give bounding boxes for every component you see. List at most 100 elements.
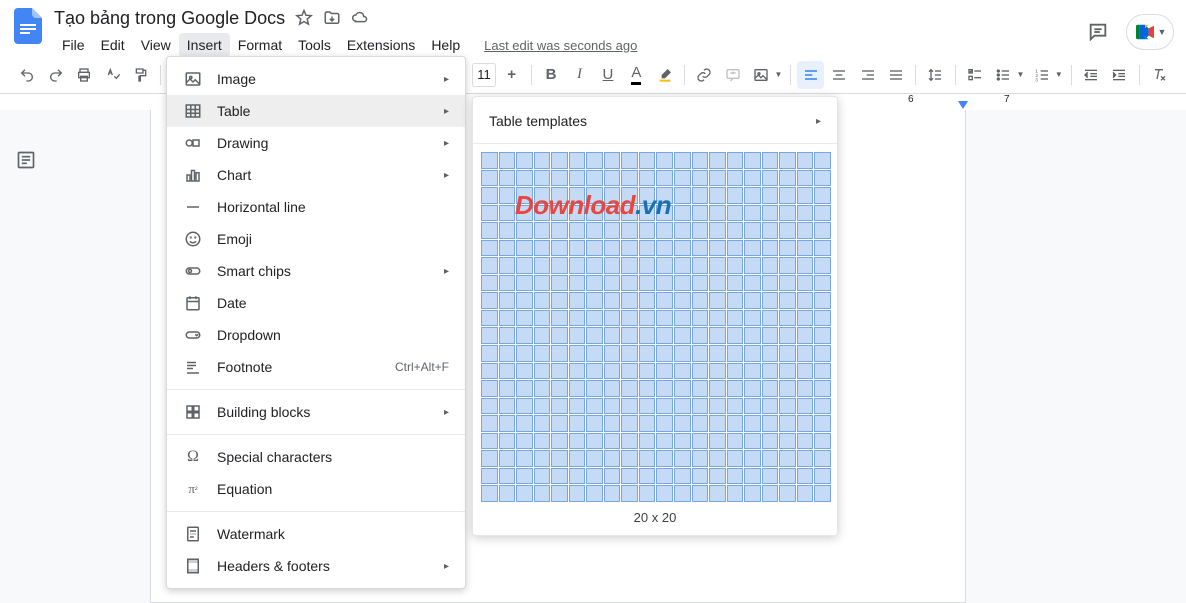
grid-cell[interactable] — [744, 205, 761, 222]
grid-cell[interactable] — [569, 152, 586, 169]
grid-cell[interactable] — [639, 468, 656, 485]
grid-cell[interactable] — [604, 450, 621, 467]
grid-cell[interactable] — [534, 257, 551, 274]
grid-cell[interactable] — [586, 152, 603, 169]
grid-cell[interactable] — [744, 170, 761, 187]
grid-cell[interactable] — [814, 170, 831, 187]
grid-cell[interactable] — [674, 363, 691, 380]
grid-cell[interactable] — [481, 222, 498, 239]
grid-cell[interactable] — [499, 257, 516, 274]
grid-cell[interactable] — [727, 327, 744, 344]
grid-cell[interactable] — [814, 152, 831, 169]
ruler-indent-marker-icon[interactable] — [958, 101, 968, 109]
grid-cell[interactable] — [516, 292, 533, 309]
grid-cell[interactable] — [499, 415, 516, 432]
grid-cell[interactable] — [709, 450, 726, 467]
grid-cell[interactable] — [534, 485, 551, 502]
grid-cell[interactable] — [586, 310, 603, 327]
grid-cell[interactable] — [639, 170, 656, 187]
grid-cell[interactable] — [797, 433, 814, 450]
grid-cell[interactable] — [656, 205, 673, 222]
grid-cell[interactable] — [656, 327, 673, 344]
grid-cell[interactable] — [569, 485, 586, 502]
grid-cell[interactable] — [499, 240, 516, 257]
grid-cell[interactable] — [621, 415, 638, 432]
grid-cell[interactable] — [762, 380, 779, 397]
grid-cell[interactable] — [674, 152, 691, 169]
grid-cell[interactable] — [692, 380, 709, 397]
grid-cell[interactable] — [744, 415, 761, 432]
insert-special-characters-item[interactable]: Ω Special characters — [167, 441, 465, 473]
grid-cell[interactable] — [656, 415, 673, 432]
grid-cell[interactable] — [692, 275, 709, 292]
grid-cell[interactable] — [779, 398, 796, 415]
grid-cell[interactable] — [779, 485, 796, 502]
grid-cell[interactable] — [709, 292, 726, 309]
grid-cell[interactable] — [674, 292, 691, 309]
insert-watermark-item[interactable]: Watermark — [167, 518, 465, 550]
grid-cell[interactable] — [481, 363, 498, 380]
grid-cell[interactable] — [656, 152, 673, 169]
grid-cell[interactable] — [534, 152, 551, 169]
grid-cell[interactable] — [569, 275, 586, 292]
grid-cell[interactable] — [814, 415, 831, 432]
grid-cell[interactable] — [551, 170, 568, 187]
grid-cell[interactable] — [551, 398, 568, 415]
grid-cell[interactable] — [814, 275, 831, 292]
grid-cell[interactable] — [621, 205, 638, 222]
grid-cell[interactable] — [481, 485, 498, 502]
grid-cell[interactable] — [656, 485, 673, 502]
grid-cell[interactable] — [814, 327, 831, 344]
font-size-plus-button[interactable]: + — [498, 61, 524, 89]
line-spacing-button[interactable] — [922, 61, 948, 89]
grid-cell[interactable] — [639, 257, 656, 274]
grid-cell[interactable] — [516, 222, 533, 239]
grid-cell[interactable] — [797, 380, 814, 397]
grid-cell[interactable] — [727, 310, 744, 327]
grid-cell[interactable] — [692, 205, 709, 222]
grid-cell[interactable] — [797, 170, 814, 187]
grid-cell[interactable] — [709, 187, 726, 204]
grid-cell[interactable] — [551, 292, 568, 309]
grid-cell[interactable] — [744, 275, 761, 292]
grid-cell[interactable] — [709, 327, 726, 344]
grid-cell[interactable] — [762, 292, 779, 309]
grid-cell[interactable] — [727, 292, 744, 309]
grid-cell[interactable] — [797, 187, 814, 204]
grid-cell[interactable] — [639, 205, 656, 222]
grid-cell[interactable] — [639, 292, 656, 309]
grid-cell[interactable] — [481, 310, 498, 327]
grid-cell[interactable] — [551, 257, 568, 274]
grid-cell[interactable] — [621, 187, 638, 204]
grid-cell[interactable] — [551, 310, 568, 327]
grid-cell[interactable] — [692, 170, 709, 187]
grid-cell[interactable] — [534, 205, 551, 222]
grid-cell[interactable] — [499, 170, 516, 187]
grid-cell[interactable] — [551, 205, 568, 222]
grid-cell[interactable] — [569, 433, 586, 450]
grid-cell[interactable] — [586, 275, 603, 292]
grid-cell[interactable] — [674, 170, 691, 187]
insert-image-button[interactable] — [748, 61, 774, 89]
grid-cell[interactable] — [499, 187, 516, 204]
clear-formatting-button[interactable] — [1146, 61, 1172, 89]
grid-cell[interactable] — [692, 187, 709, 204]
grid-cell[interactable] — [797, 415, 814, 432]
grid-cell[interactable] — [727, 380, 744, 397]
grid-cell[interactable] — [586, 363, 603, 380]
grid-cell[interactable] — [762, 363, 779, 380]
grid-cell[interactable] — [481, 450, 498, 467]
grid-cell[interactable] — [762, 450, 779, 467]
grid-cell[interactable] — [604, 257, 621, 274]
table-templates-item[interactable]: Table templates ▸ — [473, 103, 837, 139]
grid-cell[interactable] — [499, 292, 516, 309]
grid-cell[interactable] — [797, 345, 814, 362]
grid-cell[interactable] — [797, 450, 814, 467]
grid-cell[interactable] — [569, 205, 586, 222]
grid-cell[interactable] — [551, 450, 568, 467]
menu-tools[interactable]: Tools — [290, 33, 339, 57]
grid-cell[interactable] — [534, 345, 551, 362]
grid-cell[interactable] — [797, 310, 814, 327]
grid-cell[interactable] — [569, 292, 586, 309]
grid-cell[interactable] — [499, 363, 516, 380]
